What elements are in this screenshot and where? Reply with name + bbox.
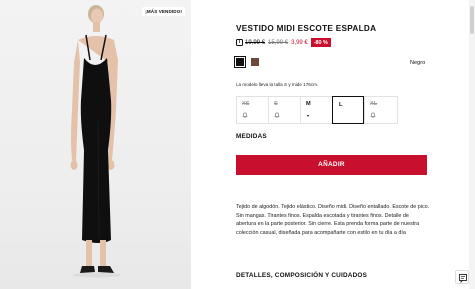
- size-option-l[interactable]: L: [332, 96, 364, 124]
- color-swatch-black[interactable]: [233, 55, 247, 69]
- selected-color-name: Negro: [410, 60, 426, 66]
- size-option-s[interactable]: S: [268, 96, 300, 124]
- bell-icon: [242, 112, 248, 118]
- scrollbar-thumb[interactable]: [470, 6, 474, 34]
- size-selector: XS S M • L XL: [236, 96, 398, 124]
- bell-icon: [370, 112, 376, 118]
- measures-link[interactable]: MEDIDAS: [236, 133, 267, 140]
- details-composition-care-link[interactable]: DETALLES, COMPOSICIÓN Y CUIDADOS: [236, 272, 367, 279]
- bell-icon: [274, 112, 280, 118]
- size-option-xs[interactable]: XS: [236, 96, 268, 124]
- size-label: S: [274, 101, 278, 107]
- product-description: Tejido de algodón. Tejido elástico. Dise…: [236, 204, 430, 236]
- discount-badge: -80 %: [310, 38, 331, 47]
- scrollbar[interactable]: [469, 0, 475, 289]
- size-label: L: [339, 102, 343, 108]
- color-swatch-brown[interactable]: [251, 58, 259, 66]
- chat-button[interactable]: [455, 270, 469, 284]
- size-grid-line: [397, 96, 398, 124]
- info-icon[interactable]: i: [236, 39, 243, 46]
- size-option-xl[interactable]: XL: [364, 96, 396, 124]
- original-price: 19,99 €: [245, 39, 266, 46]
- add-to-cart-button[interactable]: AÑADIR: [236, 155, 427, 175]
- sale-price: 3,99 €: [291, 39, 308, 46]
- size-option-m[interactable]: M •: [300, 96, 332, 124]
- product-title: VESTIDO MIDI ESCOTE ESPALDA: [236, 24, 377, 33]
- chat-icon: [459, 274, 467, 283]
- model-size-note: La modelo lleva la talla S y mide 176cm.: [236, 82, 319, 87]
- bestseller-badge: ¡MÁS VENDIDO!: [142, 7, 185, 16]
- previous-price: 15,99 €: [268, 39, 289, 46]
- product-image[interactable]: ¡MÁS VENDIDO!: [0, 0, 191, 289]
- price-row: i 19,99 € 15,99 € 3,99 € -80 %: [236, 38, 331, 47]
- size-label: M: [306, 101, 311, 107]
- size-label: XS: [242, 101, 250, 107]
- low-stock-dot-icon: •: [307, 114, 310, 120]
- size-label: XL: [370, 101, 378, 107]
- model-figure: [70, 5, 121, 278]
